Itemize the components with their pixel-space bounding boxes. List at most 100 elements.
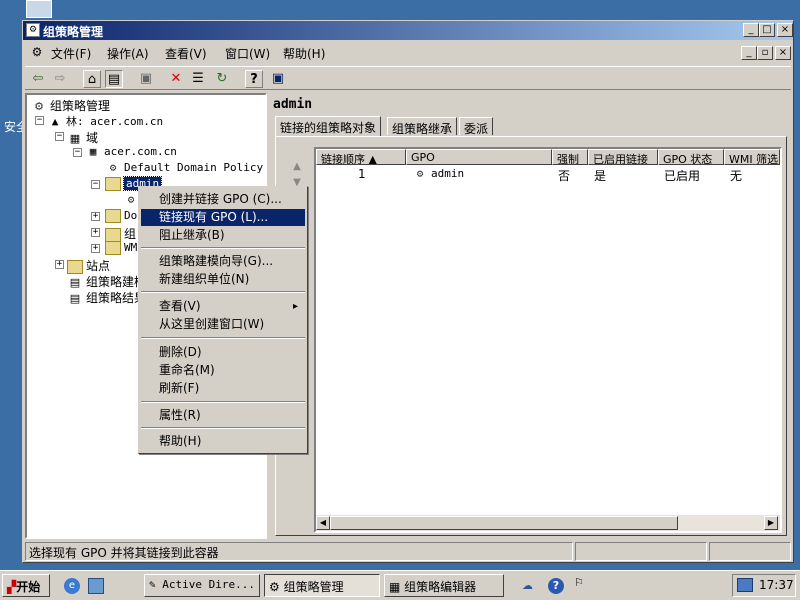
gpo-list[interactable]: 链接顺序 ▲ GPO 强制 已启用链接 GPO 状态 WMI 筛选 1 ⚙ adm…: [314, 147, 782, 533]
table-row[interactable]: 1 ⚙ admin 否 是 已启用 无: [316, 166, 780, 183]
tray-network-icon[interactable]: ☁: [522, 579, 538, 593]
col-link-order[interactable]: 链接顺序 ▲: [316, 149, 406, 165]
menu-file[interactable]: 文件(F): [51, 45, 91, 62]
title-bar[interactable]: ⚙ 组策略管理 _ □ ×: [23, 21, 793, 40]
tree-domain[interactable]: ▦ acer.com.cn: [85, 145, 177, 159]
minimize-button[interactable]: _: [743, 23, 759, 37]
app-icon: ⚙: [26, 23, 40, 37]
tree-child-do[interactable]: Do: [105, 209, 137, 223]
tab-inheritance[interactable]: 组策略继承: [387, 117, 458, 136]
gpmc-icon: ⚙: [34, 99, 44, 113]
col-link-enabled[interactable]: 已启用链接: [588, 149, 658, 165]
tree-domains[interactable]: ▦ 域: [67, 129, 98, 146]
col-enforced[interactable]: 强制: [552, 149, 588, 165]
scroll-right-icon[interactable]: ▶: [764, 516, 778, 530]
forward-icon[interactable]: ⇨: [51, 70, 69, 88]
refresh-icon[interactable]: ↻: [213, 70, 231, 88]
delete-icon[interactable]: ✕: [167, 70, 185, 88]
expand-wm-icon[interactable]: +: [91, 244, 100, 253]
col-wmi-filter[interactable]: WMI 筛选: [724, 149, 780, 165]
collapse-admin-icon[interactable]: −: [91, 180, 100, 189]
tray-help-icon[interactable]: ?: [548, 578, 564, 594]
menu-delete[interactable]: 删除(D): [141, 344, 305, 361]
menu-separator: [141, 247, 305, 249]
mdi-minimize-button[interactable]: _: [741, 46, 757, 60]
menu-help[interactable]: 帮助(H): [141, 433, 305, 450]
start-button[interactable]: ▞开始: [2, 574, 50, 597]
cell-status: 已启用: [664, 169, 701, 183]
tree-modeling[interactable]: ▤ 组策略建模: [67, 273, 146, 290]
menu-new-window[interactable]: 从这里创建窗口(W): [141, 316, 305, 333]
menu-window[interactable]: 窗口(W): [225, 45, 270, 62]
console-icon[interactable]: ▣: [269, 70, 287, 88]
scroll-left-icon[interactable]: ◀: [316, 516, 330, 530]
menu-view[interactable]: 查看(V): [165, 45, 207, 62]
menu-refresh[interactable]: 刷新(F): [141, 380, 305, 397]
tray-flag-icon[interactable]: ⚐: [574, 576, 584, 594]
quicklaunch-desktop-icon[interactable]: [88, 578, 104, 594]
status-panel-2: [575, 542, 707, 561]
maximize-button[interactable]: □: [759, 23, 775, 37]
menu-separator: [141, 337, 305, 339]
scroll-thumb[interactable]: [330, 516, 678, 530]
domain-icon: ▦: [89, 145, 97, 158]
collapse-forest-icon[interactable]: −: [35, 116, 44, 125]
tree-sites[interactable]: 站点: [67, 257, 110, 274]
menu-create-link-gpo[interactable]: 创建并链接 GPO (C)...: [141, 191, 305, 208]
gp-editor-icon: ▦: [389, 580, 405, 594]
task-gpmc[interactable]: ⚙ 组策略管理: [264, 574, 380, 597]
col-gpo[interactable]: GPO: [406, 149, 552, 165]
tree-forest[interactable]: ▲ 林: acer.com.cn: [47, 113, 163, 129]
tree-default-policy[interactable]: ⚙ Default Domain Policy: [105, 161, 263, 175]
tree-child-zu[interactable]: 组: [105, 225, 136, 242]
mdi-close-button[interactable]: ×: [775, 46, 791, 60]
menu-rename[interactable]: 重命名(M): [141, 362, 305, 379]
tab-strip: 链接的组策略对象 组策略继承 委派: [275, 116, 787, 137]
gpmc-icon: ⚙: [269, 580, 284, 594]
menu-action[interactable]: 操作(A): [107, 45, 149, 62]
menu-new-ou[interactable]: 新建组织单位(N): [141, 271, 305, 288]
tab-linked-gpos[interactable]: 链接的组策略对象: [275, 116, 382, 136]
doc-icon: ⚙: [31, 45, 43, 59]
tree-child-wm[interactable]: WM: [105, 241, 137, 255]
menu-link-existing-gpo[interactable]: 链接现有 GPO (L)...: [141, 209, 305, 226]
up-level-icon[interactable]: ⌂: [83, 70, 101, 88]
menu-properties[interactable]: 属性(R): [141, 407, 305, 424]
window-title: 组策略管理: [43, 25, 104, 39]
horizontal-scrollbar[interactable]: ◀ ▶: [316, 515, 780, 531]
collapse-domains-icon[interactable]: −: [55, 132, 64, 141]
help-icon[interactable]: ?: [245, 70, 263, 88]
back-icon[interactable]: ⇦: [29, 70, 47, 88]
show-tree-icon[interactable]: ▤: [105, 70, 123, 88]
col-gpo-status[interactable]: GPO 状态: [658, 149, 724, 165]
menu-help[interactable]: 帮助(H): [283, 45, 325, 62]
results-icon: ▤: [69, 291, 81, 305]
copy-icon[interactable]: ▣: [137, 70, 155, 88]
desktop-top-icon[interactable]: [26, 0, 52, 18]
tray-monitor-icon[interactable]: [737, 578, 753, 592]
menu-modeling-wizard[interactable]: 组策略建模向导(G)...: [141, 253, 305, 270]
menu-block-inheritance[interactable]: 阻止继承(B): [141, 227, 305, 244]
task-gp-editor[interactable]: ▦ 组策略编辑器: [384, 574, 504, 597]
move-up-icon[interactable]: ▲: [288, 161, 306, 175]
expand-sites-icon[interactable]: +: [55, 260, 64, 269]
tree-root[interactable]: ⚙ 组策略管理: [31, 97, 110, 114]
expand-zu-icon[interactable]: +: [91, 228, 100, 237]
properties-icon[interactable]: ☰: [189, 70, 207, 88]
task-active-directory[interactable]: ✎ Active Dire...: [144, 574, 260, 597]
tree-results[interactable]: ▤ 组策略结果: [67, 289, 146, 306]
gpo-link-icon: ⚙: [127, 193, 135, 206]
tab-page: ▲ ▼ 链接顺序 ▲ GPO 强制 已启用链接 GPO 状态 WMI 筛选 1 …: [275, 136, 787, 536]
domains-icon: ▦: [69, 131, 81, 145]
expand-do-icon[interactable]: +: [91, 212, 100, 221]
collapse-domain-icon[interactable]: −: [73, 148, 82, 157]
folder-icon: [105, 227, 121, 242]
forest-icon: ▲: [51, 115, 59, 128]
quicklaunch-ie-icon[interactable]: e: [64, 578, 80, 594]
close-button[interactable]: ×: [777, 23, 793, 37]
clock[interactable]: 17:37: [759, 578, 794, 592]
mdi-restore-button[interactable]: ▫: [757, 46, 773, 60]
tab-delegation[interactable]: 委派: [459, 117, 494, 136]
windows-logo-icon: ▞: [7, 580, 17, 594]
menu-view[interactable]: 查看(V): [141, 298, 305, 315]
